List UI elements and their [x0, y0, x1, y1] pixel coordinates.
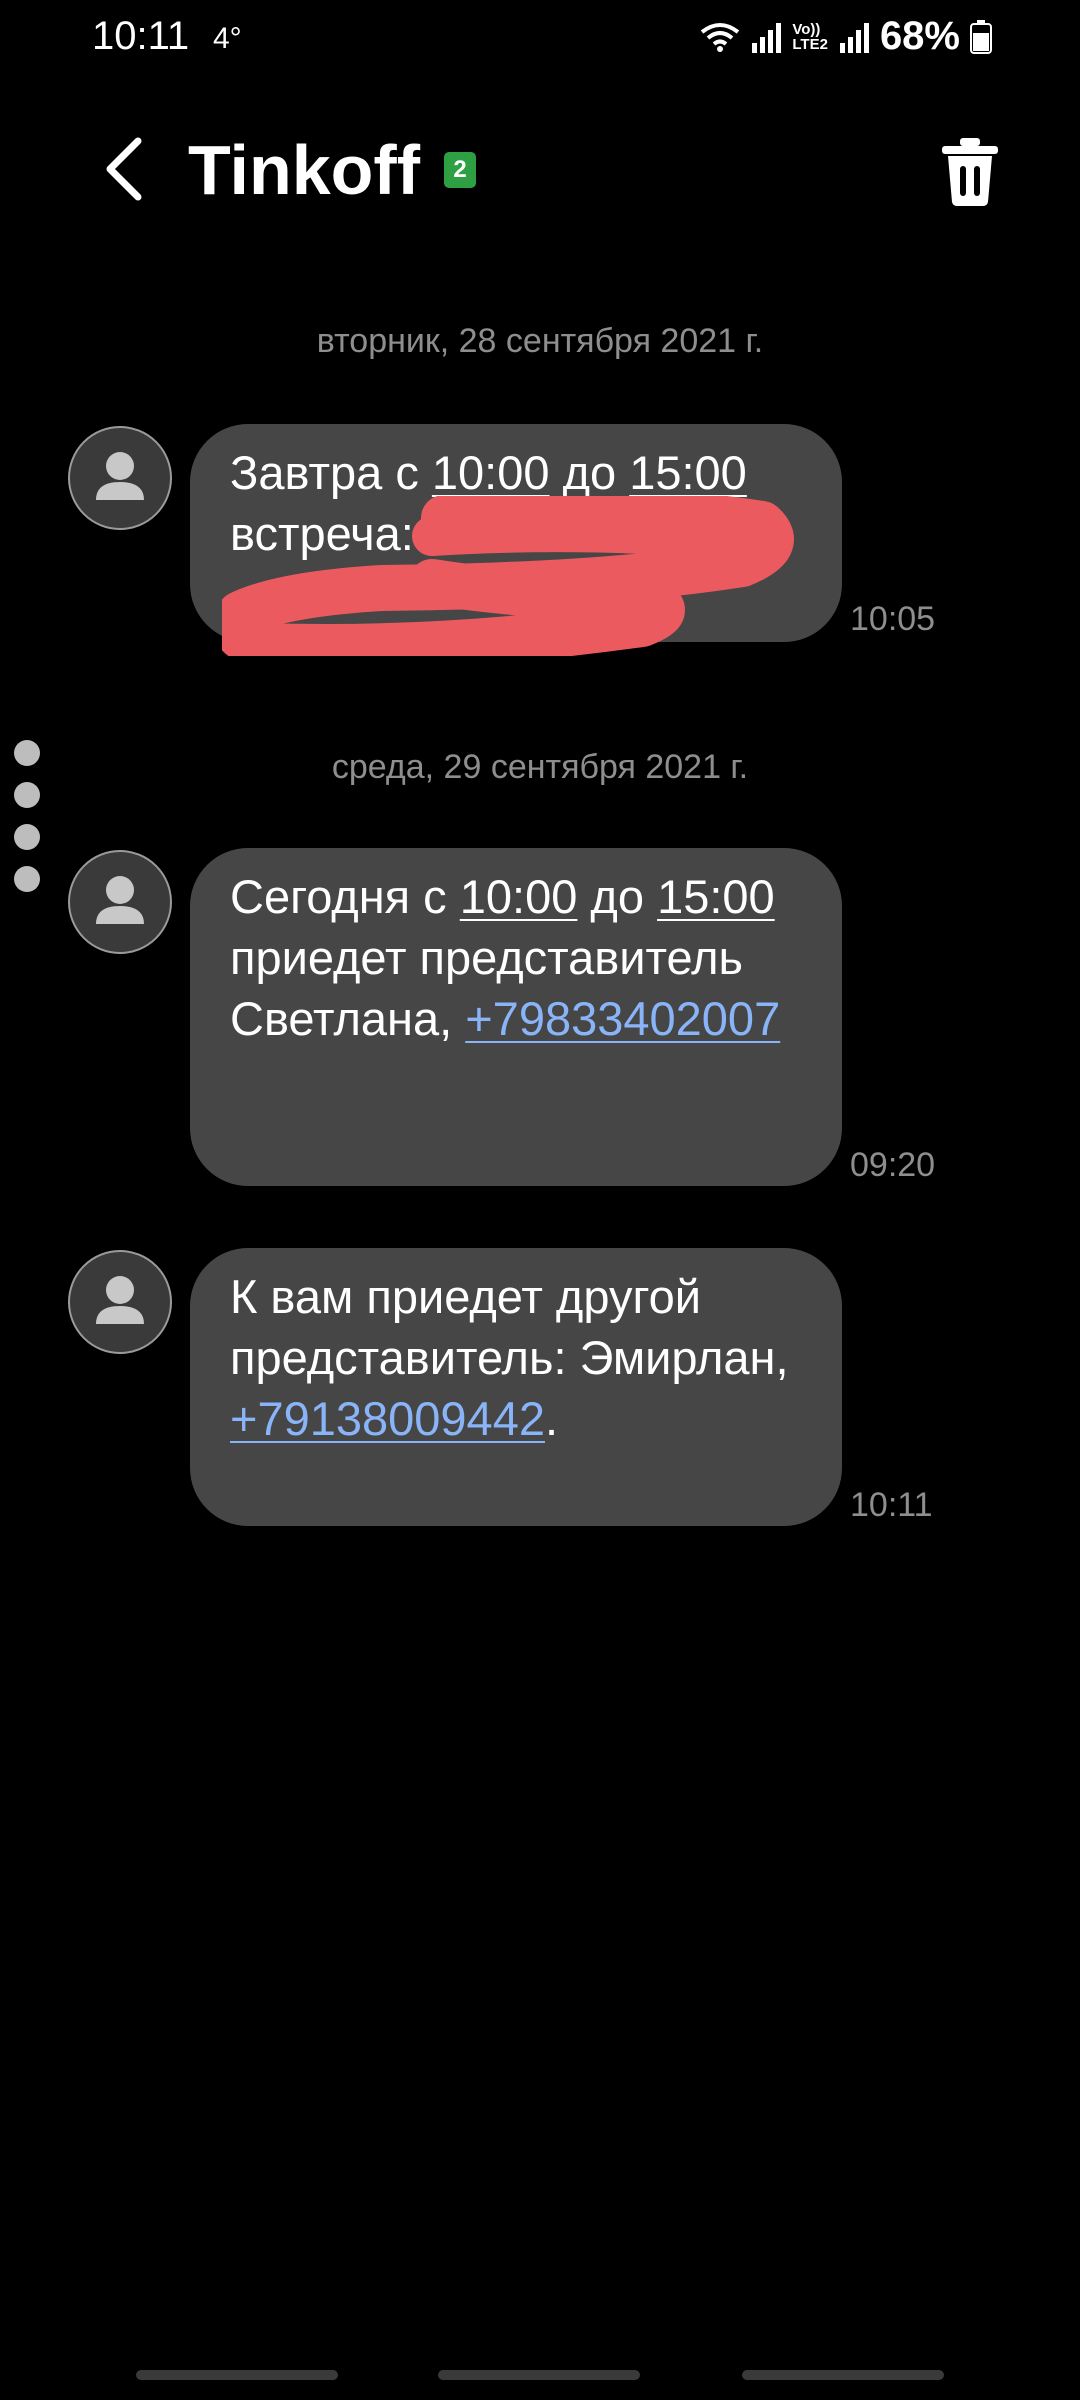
avatar[interactable]	[68, 426, 172, 530]
date-separator: среда, 29 сентября 2021 г.	[331, 748, 749, 786]
status-time: 10:11	[92, 14, 190, 58]
nav-back-button[interactable]	[742, 2370, 944, 2380]
volte-lte2-icon: Vo)) LTE2	[792, 22, 828, 52]
message-text: К вам приедет другой представитель: Эмир…	[230, 1270, 789, 1384]
person-icon	[96, 876, 144, 924]
nav-home-button[interactable]	[438, 2370, 640, 2380]
avatar[interactable]	[68, 850, 172, 954]
scroll-dot	[14, 866, 40, 892]
phone-link[interactable]: +79833402007	[465, 992, 780, 1045]
message-bubble[interactable]: Завтра с 10:00 до 15:00 встреча: Ф.И.О. …	[190, 424, 842, 642]
signal-icon	[839, 22, 869, 53]
message-text: до	[577, 870, 658, 923]
signal-icon	[752, 22, 782, 53]
delete-button[interactable]	[938, 136, 1002, 208]
message-bubble[interactable]: К вам приедет другой представитель: Эмир…	[190, 1248, 842, 1526]
battery-icon	[970, 19, 992, 54]
person-icon	[96, 1276, 144, 1324]
status-icons: Vo)) LTE2 68%	[700, 14, 992, 59]
wifi-icon	[701, 22, 740, 52]
status-temperature: 4°	[213, 22, 242, 55]
message-time: 10:05	[850, 600, 936, 638]
scroll-dot	[14, 824, 40, 850]
sim-badge: 2	[444, 152, 476, 188]
avatar[interactable]	[68, 1250, 172, 1354]
chevron-left-icon	[106, 137, 142, 201]
time-link[interactable]: 15:00	[629, 446, 747, 499]
phone-link[interactable]: +79138009442	[230, 1392, 545, 1445]
volte-label: Vo))	[792, 20, 821, 38]
lte-label: LTE2	[792, 35, 828, 53]
message-bubble[interactable]: Сегодня с 10:00 до 15:00 приедет предста…	[190, 848, 842, 1186]
trash-icon	[942, 138, 998, 206]
time-link[interactable]: 10:00	[432, 446, 550, 499]
time-link[interactable]: 15:00	[657, 870, 775, 923]
message-text: встреча:	[230, 507, 427, 560]
message-text: Сегодня с	[230, 870, 460, 923]
message-text: Завтра с	[230, 446, 432, 499]
message-text: до	[549, 446, 630, 499]
message-text: .	[544, 1392, 559, 1445]
back-button[interactable]	[84, 126, 164, 212]
message-time: 10:11	[850, 1486, 933, 1524]
contact-name[interactable]: Tinkoff	[188, 130, 420, 210]
nav-recents-button[interactable]	[136, 2370, 338, 2380]
battery-percent: 68%	[879, 14, 960, 58]
date-separator: вторник, 28 сентября 2021 г.	[316, 322, 764, 360]
person-icon	[96, 452, 144, 500]
message-time: 09:20	[850, 1146, 936, 1184]
time-link[interactable]: 10:00	[460, 870, 578, 923]
